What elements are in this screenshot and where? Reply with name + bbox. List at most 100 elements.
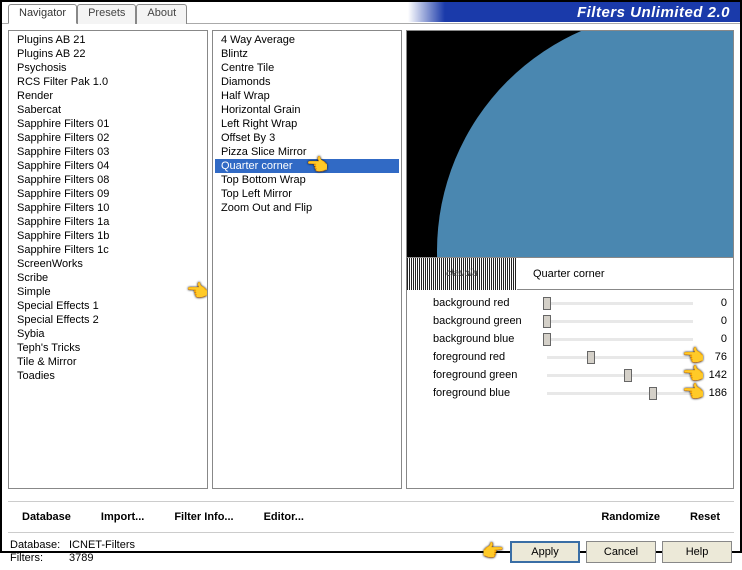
slider-row: foreground red76👉 — [411, 348, 729, 366]
slider-row: background red 0 — [411, 294, 729, 312]
filter-item[interactable]: Pizza Slice Mirror — [215, 145, 399, 159]
button-row-left: DatabaseImport...Filter Info...Editor... — [8, 508, 585, 526]
randomize-button[interactable]: Randomize — [587, 508, 674, 526]
tab-presets[interactable]: Presets — [77, 4, 136, 24]
category-item[interactable]: ScreenWorks — [11, 257, 205, 271]
database-value: ICNET-Filters — [69, 539, 135, 551]
category-item[interactable]: Sapphire Filters 02 — [11, 131, 205, 145]
filters-label: Filters: — [10, 552, 65, 564]
slider-label: background red — [411, 297, 541, 309]
category-item[interactable]: Plugins AB 22 — [11, 47, 205, 61]
left-column: Plugins AB 21Plugins AB 22PsychosisRCS F… — [8, 30, 208, 489]
filter-item[interactable]: Blintz — [215, 47, 399, 61]
category-item[interactable]: Sapphire Filters 1a — [11, 215, 205, 229]
database-label: Database: — [10, 539, 65, 551]
slider-thumb[interactable] — [543, 315, 551, 328]
cancel-button[interactable]: Cancel — [586, 541, 656, 563]
slider-row: background blue 0 — [411, 330, 729, 348]
filter-item[interactable]: Top Bottom Wrap — [215, 173, 399, 187]
slider-label: foreground green — [411, 369, 541, 381]
slider-value: 142 — [699, 369, 729, 381]
filter-item[interactable]: Offset By 3 — [215, 131, 399, 145]
category-item[interactable]: Sapphire Filters 1c — [11, 243, 205, 257]
slider-track[interactable] — [547, 392, 693, 395]
slider-value: 0 — [699, 315, 729, 327]
category-item[interactable]: Sapphire Filters 10 — [11, 201, 205, 215]
category-item[interactable]: Sapphire Filters 09 — [11, 187, 205, 201]
category-item[interactable]: Special Effects 1 — [11, 299, 205, 313]
filters-value: 3789 — [69, 552, 93, 564]
slider-track[interactable] — [547, 374, 693, 377]
button-row-right: RandomizeReset — [587, 508, 734, 526]
slider-thumb[interactable] — [649, 387, 657, 400]
category-listbox[interactable]: Plugins AB 21Plugins AB 22PsychosisRCS F… — [8, 30, 208, 489]
tab-about[interactable]: About — [136, 4, 187, 24]
filter-item[interactable]: Left Right Wrap — [215, 117, 399, 131]
editor-button[interactable]: Editor... — [250, 508, 318, 526]
main-panel: Plugins AB 21Plugins AB 22PsychosisRCS F… — [2, 23, 740, 495]
filter-item[interactable]: Quarter corner👉 — [215, 159, 399, 173]
slider-track[interactable] — [547, 302, 693, 305]
hand-pointer-icon: 👉 — [482, 541, 504, 562]
category-item[interactable]: Psychosis — [11, 61, 205, 75]
slider-value: 0 — [699, 297, 729, 309]
category-item[interactable]: Sapphire Filters 03 — [11, 145, 205, 159]
slider-row: background green0 — [411, 312, 729, 330]
category-item[interactable]: Sybia — [11, 327, 205, 341]
slider-thumb[interactable] — [587, 351, 595, 364]
filter-item[interactable]: Horizontal Grain — [215, 103, 399, 117]
category-item[interactable]: Sabercat — [11, 103, 205, 117]
category-item[interactable]: Toadies — [11, 369, 205, 383]
slider-row: foreground blue186👉 — [411, 384, 729, 402]
slider-label: background blue — [411, 333, 541, 345]
filter-info-button[interactable]: Filter Info... — [160, 508, 247, 526]
slider-value: 0 — [699, 333, 729, 345]
filter-listbox[interactable]: 4 Way AverageBlintzCentre TileDiamondsHa… — [212, 30, 402, 489]
category-item[interactable]: Teph's Tricks — [11, 341, 205, 355]
mid-column: 4 Way AverageBlintzCentre TileDiamondsHa… — [212, 30, 402, 489]
slider-thumb[interactable] — [624, 369, 632, 382]
filter-item[interactable]: Diamonds — [215, 75, 399, 89]
category-item[interactable]: Render — [11, 89, 205, 103]
filter-item[interactable]: Top Left Mirror — [215, 187, 399, 201]
slider-thumb[interactable] — [543, 297, 551, 310]
category-item[interactable]: Sapphire Filters 1b — [11, 229, 205, 243]
filter-item[interactable]: Centre Tile — [215, 61, 399, 75]
reset-button[interactable]: Reset — [676, 508, 734, 526]
tab-navigator[interactable]: Navigator — [8, 4, 77, 24]
category-item[interactable]: Sapphire Filters 04 — [11, 159, 205, 173]
slider-panel: background red0background green0backgrou… — [406, 290, 734, 489]
right-column: claudia Quarter corner background red0ba… — [406, 30, 734, 489]
tab-strip: NavigatorPresetsAbout — [8, 4, 740, 24]
slider-label: foreground blue — [411, 387, 541, 399]
apply-button[interactable]: Apply — [510, 541, 580, 563]
slider-value: 186 — [699, 387, 729, 399]
slider-row: foreground green142👉 — [411, 366, 729, 384]
footer-info: Database: ICNET-Filters Filters: 3789 — [10, 539, 135, 564]
category-item[interactable]: Simple👉 — [11, 285, 205, 299]
filter-item[interactable]: 4 Way Average — [215, 33, 399, 47]
slider-track[interactable] — [547, 320, 693, 323]
slider-thumb[interactable] — [543, 333, 551, 346]
help-button[interactable]: Help — [662, 541, 732, 563]
slider-value: 76 — [699, 351, 729, 363]
category-item[interactable]: Tile & Mirror — [11, 355, 205, 369]
current-filter-name: Quarter corner — [521, 268, 733, 280]
category-item[interactable]: Plugins AB 21 — [11, 33, 205, 47]
category-item[interactable]: Scribe — [11, 271, 205, 285]
footer-buttons: 👉 Apply Cancel Help — [482, 541, 732, 563]
preview-area — [406, 30, 734, 258]
category-item[interactable]: Sapphire Filters 01 — [11, 117, 205, 131]
category-item[interactable]: Special Effects 2 — [11, 313, 205, 327]
filter-item[interactable]: Zoom Out and Flip — [215, 201, 399, 215]
category-item[interactable]: RCS Filter Pak 1.0 — [11, 75, 205, 89]
slider-track[interactable] — [547, 356, 693, 359]
slider-track[interactable] — [547, 338, 693, 341]
filter-item[interactable]: Half Wrap — [215, 89, 399, 103]
preview-shape — [437, 30, 734, 258]
import-button[interactable]: Import... — [87, 508, 158, 526]
button-row: DatabaseImport...Filter Info...Editor...… — [8, 501, 734, 533]
category-item[interactable]: Sapphire Filters 08 — [11, 173, 205, 187]
filter-name-row: claudia Quarter corner — [406, 258, 734, 290]
databasebutton[interactable]: Database — [8, 508, 85, 526]
